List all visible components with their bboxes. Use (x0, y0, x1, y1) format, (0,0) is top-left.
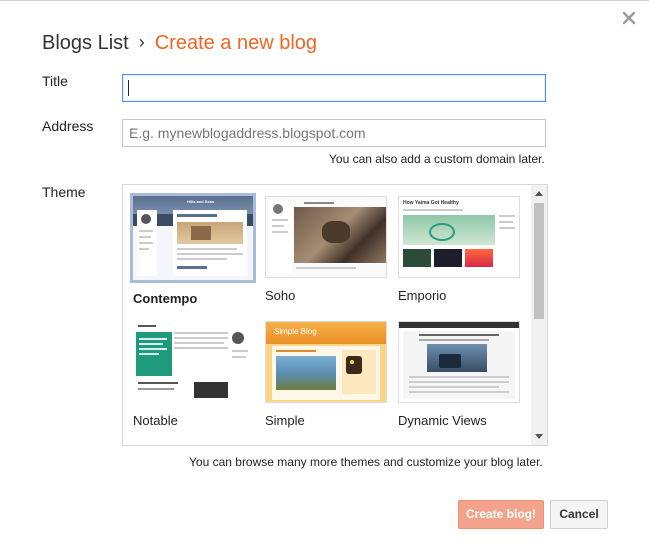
breadcrumb-separator: › (138, 32, 145, 52)
address-label: Address (42, 118, 94, 134)
theme-notable[interactable]: Notable (133, 321, 255, 428)
breadcrumb-blogs-list[interactable]: Blogs List (42, 32, 129, 54)
create-blog-button[interactable]: Create blog! (458, 500, 544, 529)
title-label: Title (42, 73, 68, 89)
theme-scrollbar[interactable] (531, 185, 547, 445)
theme-dynamic-views[interactable]: Dynamic Views (398, 321, 520, 428)
simple-heading-text: Simple Blog (274, 327, 317, 336)
scroll-thumb[interactable] (534, 203, 544, 319)
theme-simple-thumbnail: Simple Blog (265, 321, 387, 403)
theme-label: Theme (42, 184, 86, 200)
emporio-heading-text: How Yaima Got Healthy (403, 200, 459, 206)
theme-hint: You can browse many more themes and cust… (189, 455, 543, 469)
theme-notable-thumbnail (133, 321, 255, 403)
contempo-banner-text: Hills and Seas (187, 199, 215, 204)
theme-name: Simple (265, 413, 305, 428)
theme-emporio-thumbnail: How Yaima Got Healthy (398, 196, 520, 278)
text-caret (128, 80, 129, 96)
theme-name: Soho (265, 288, 296, 303)
address-input[interactable] (122, 119, 546, 147)
theme-soho-thumbnail (265, 196, 387, 278)
theme-name: Contempo (133, 291, 198, 306)
cancel-button[interactable]: Cancel (550, 500, 608, 529)
title-input[interactable] (122, 74, 546, 102)
address-hint: You can also add a custom domain later. (329, 152, 545, 166)
theme-dynamic-views-thumbnail (398, 321, 520, 403)
theme-name: Emporio (398, 288, 447, 303)
theme-name: Notable (133, 413, 178, 428)
page-title: Create a new blog (154, 32, 318, 54)
theme-picker: Hills and Seas Contempo Soho How Yaima G… (122, 184, 548, 446)
theme-name: Dynamic Views (398, 413, 487, 428)
theme-simple[interactable]: Simple Blog Simple (265, 321, 387, 428)
dialog-header: Blogs List › Create a new blog (42, 30, 317, 56)
scroll-up-arrow-icon[interactable] (535, 191, 543, 196)
scroll-down-arrow-icon[interactable] (535, 434, 543, 439)
theme-soho[interactable]: Soho (265, 196, 387, 303)
close-icon[interactable] (621, 10, 637, 26)
theme-contempo-thumbnail: Hills and Seas (130, 193, 256, 283)
theme-emporio[interactable]: How Yaima Got Healthy Emporio (398, 196, 520, 303)
top-divider (0, 0, 649, 1)
theme-contempo[interactable]: Hills and Seas Contempo (130, 193, 256, 306)
